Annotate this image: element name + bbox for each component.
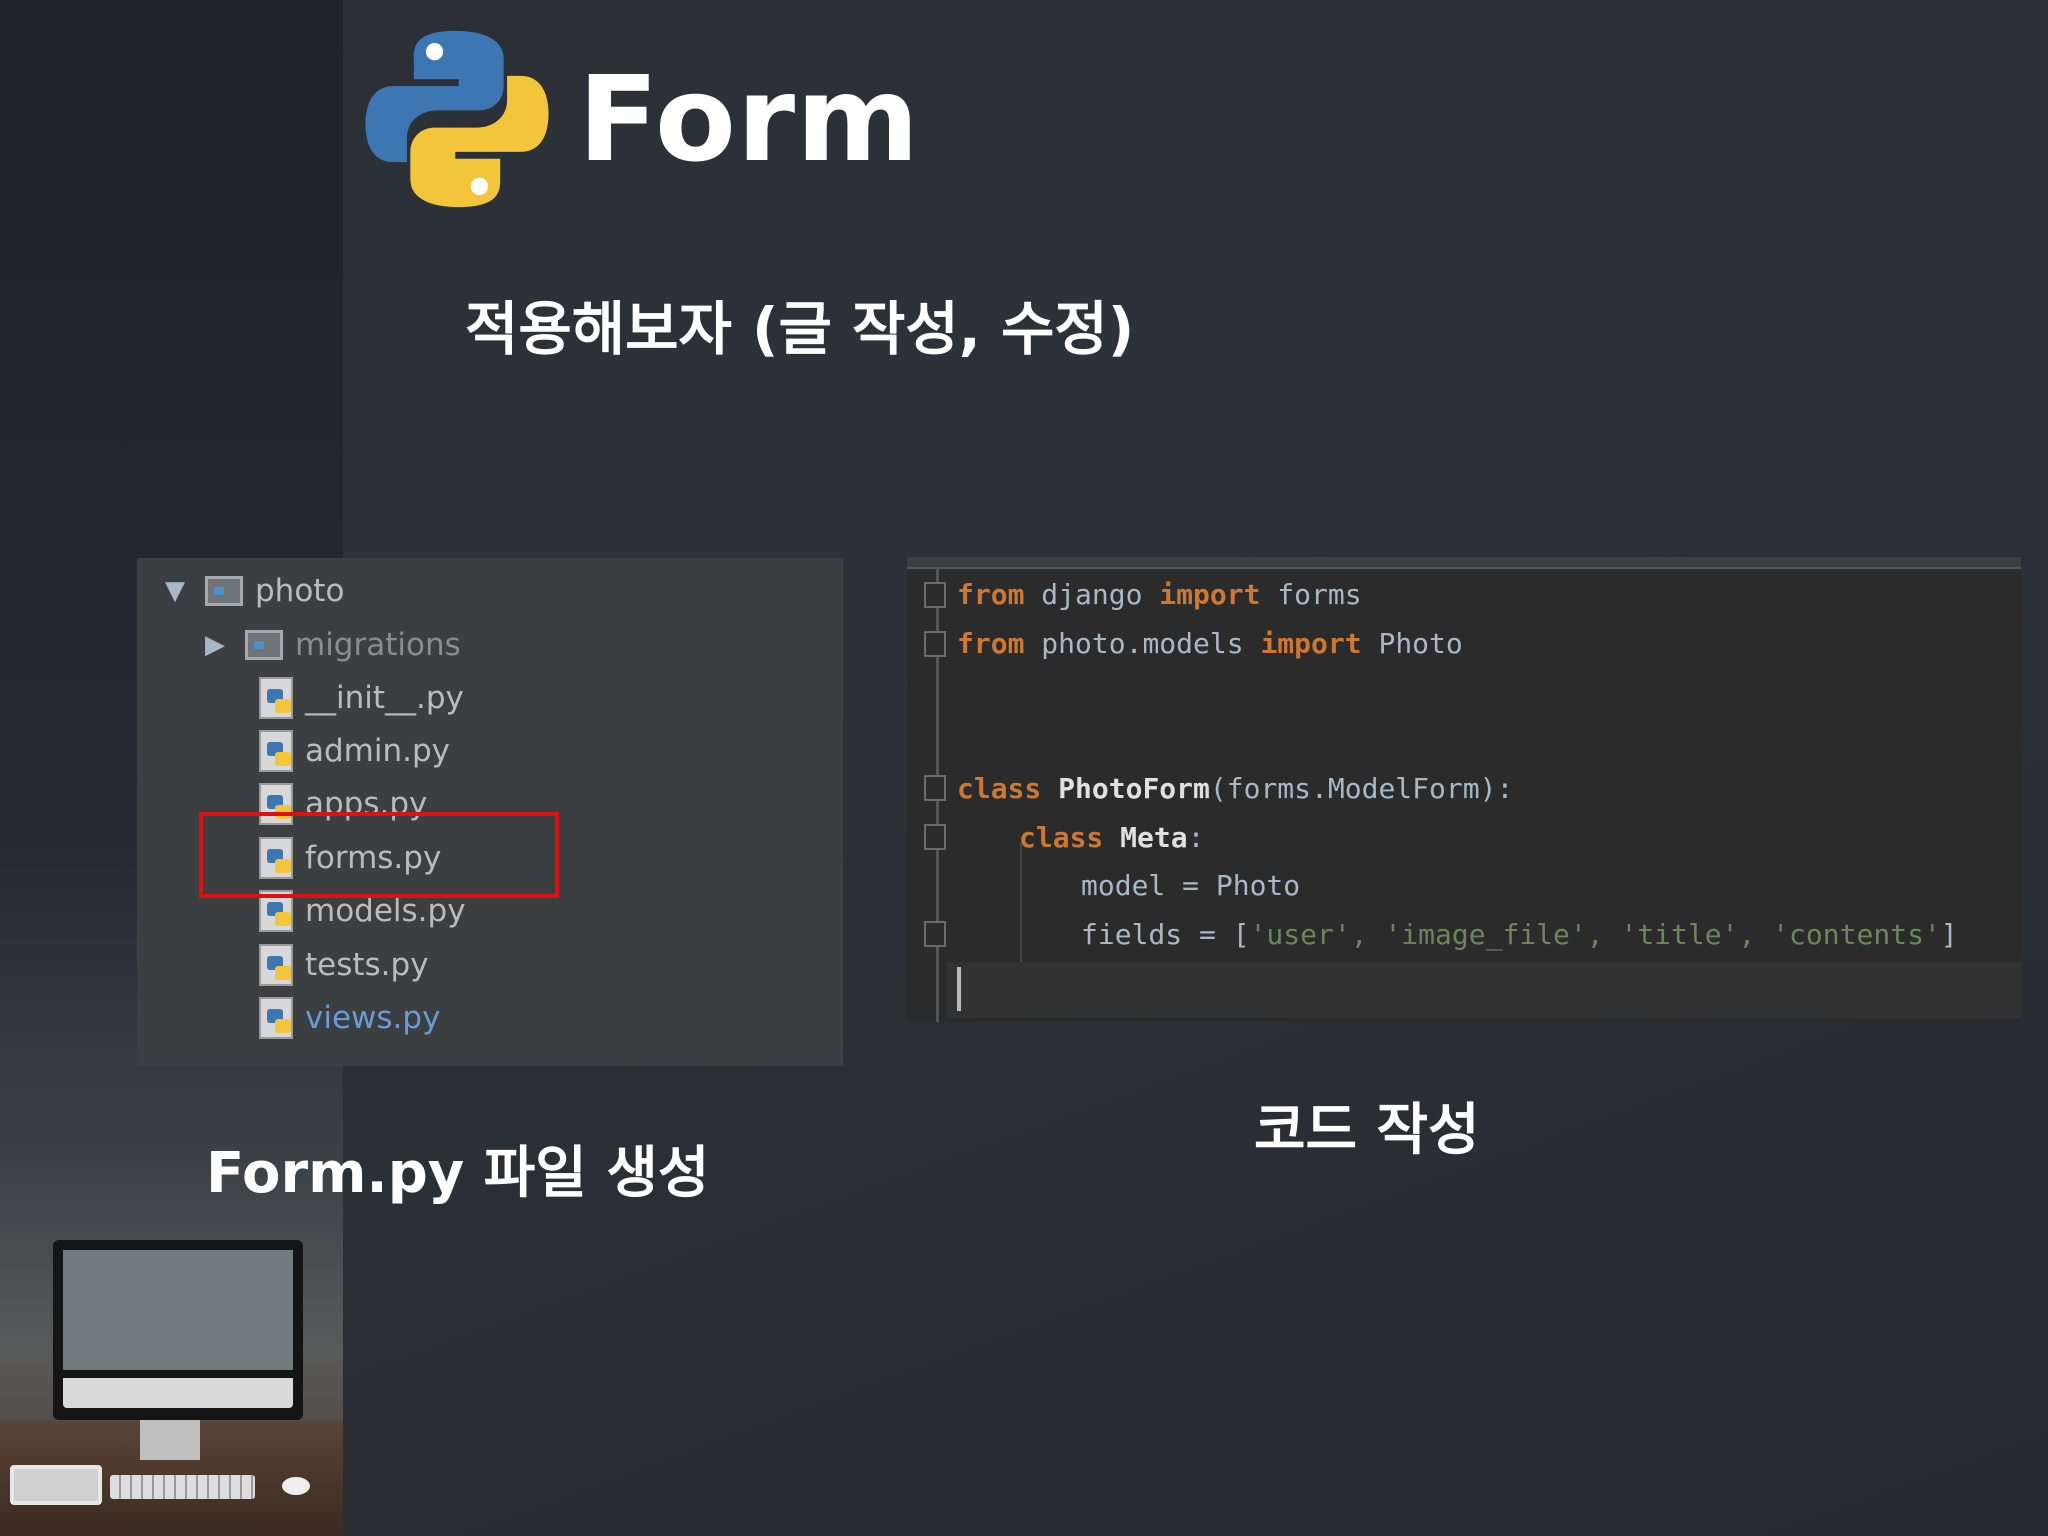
fold-marker-icon[interactable]	[924, 631, 946, 657]
separator: ,	[1586, 918, 1621, 951]
folder-icon	[245, 630, 283, 660]
keyword: import	[1260, 627, 1362, 660]
folder-icon	[205, 576, 243, 606]
code-line-4: class Meta:	[1019, 818, 1204, 858]
string-literal: 'image_file'	[1384, 918, 1587, 951]
expand-arrow-icon[interactable]: ▶	[205, 630, 245, 660]
code-editor: from django import forms from photo.mode…	[907, 557, 2021, 1022]
separator: ,	[1350, 918, 1385, 951]
keyword: from	[957, 578, 1025, 611]
tablet-photo	[10, 1465, 102, 1505]
code-line-5: model = Photo	[1081, 866, 1300, 906]
tree-item-label: photo	[255, 573, 345, 609]
monitor-stand	[140, 1420, 200, 1460]
class-base: (forms.ModelForm):	[1209, 772, 1514, 805]
keyboard-photo	[110, 1475, 255, 1499]
mouse-photo	[282, 1477, 310, 1495]
text-caret	[957, 967, 961, 1011]
keyword: import	[1159, 578, 1261, 611]
tree-item-label: migrations	[295, 627, 461, 663]
class-name: PhotoForm	[1041, 772, 1210, 805]
tree-item-migrations[interactable]: ▶ migrations	[205, 620, 461, 670]
module-name: photo.models	[1024, 627, 1261, 660]
caption-create-file: Form.py 파일 생성	[206, 1141, 710, 1206]
tree-item-label: __init__.py	[305, 680, 464, 716]
tree-item-label: views.py	[305, 1000, 441, 1036]
python-file-icon	[259, 677, 293, 719]
slide-title: Form	[578, 50, 921, 188]
tree-item-views[interactable]: views.py	[259, 993, 440, 1043]
python-file-icon	[259, 997, 293, 1039]
tree-item-init[interactable]: __init__.py	[259, 673, 464, 723]
keyword: class	[1019, 821, 1104, 854]
import-name: Photo	[1361, 627, 1463, 660]
model-assignment: model = Photo	[1081, 869, 1301, 902]
keyword: class	[957, 772, 1042, 805]
monitor-photo	[53, 1240, 303, 1420]
code-line-6: fields = ['user', 'image_file', 'title',…	[1081, 915, 1958, 955]
collapse-arrow-icon[interactable]: ▼	[165, 576, 205, 606]
code-line-1: from django import forms	[957, 575, 1362, 615]
class-name: Meta	[1103, 821, 1188, 854]
code-line-3: class PhotoForm(forms.ModelForm):	[957, 769, 1513, 809]
tree-item-label: admin.py	[305, 733, 451, 769]
separator: ,	[1738, 918, 1773, 951]
editor-tab-bar	[907, 557, 2021, 569]
python-file-icon	[259, 730, 293, 772]
tree-item-photo[interactable]: ▼ photo	[165, 566, 344, 616]
indent-guide	[1020, 842, 1022, 962]
fields-assignment: fields = [	[1081, 918, 1250, 951]
tree-item-label: models.py	[305, 893, 466, 929]
string-literal: 'title'	[1620, 918, 1739, 951]
monitor-screen	[63, 1250, 293, 1370]
module-name: django	[1024, 578, 1160, 611]
tree-item-admin[interactable]: admin.py	[259, 726, 450, 776]
punctuation: :	[1187, 821, 1205, 854]
monitor-chin	[63, 1378, 293, 1408]
import-name: forms	[1260, 578, 1362, 611]
string-literal: 'user'	[1249, 918, 1351, 951]
code-line-2: from photo.models import Photo	[957, 624, 1463, 664]
python-logo-icon	[365, 30, 549, 208]
keyword: from	[957, 627, 1025, 660]
fold-marker-icon[interactable]	[924, 921, 946, 947]
tree-item-label: tests.py	[305, 947, 429, 983]
fold-marker-icon[interactable]	[924, 824, 946, 850]
slide-subtitle: 적용해보자 (글 작성, 수정)	[465, 295, 1135, 363]
forms-highlight-box	[199, 812, 559, 898]
string-literal: 'contents'	[1772, 918, 1941, 951]
caption-write-code: 코드 작성	[1254, 1098, 1480, 1163]
fold-marker-icon[interactable]	[924, 775, 946, 801]
tree-item-tests[interactable]: tests.py	[259, 940, 429, 990]
fold-marker-icon[interactable]	[924, 582, 946, 608]
bracket: ]	[1940, 918, 1958, 951]
python-file-icon	[259, 944, 293, 986]
current-line-highlight	[947, 962, 2021, 1018]
